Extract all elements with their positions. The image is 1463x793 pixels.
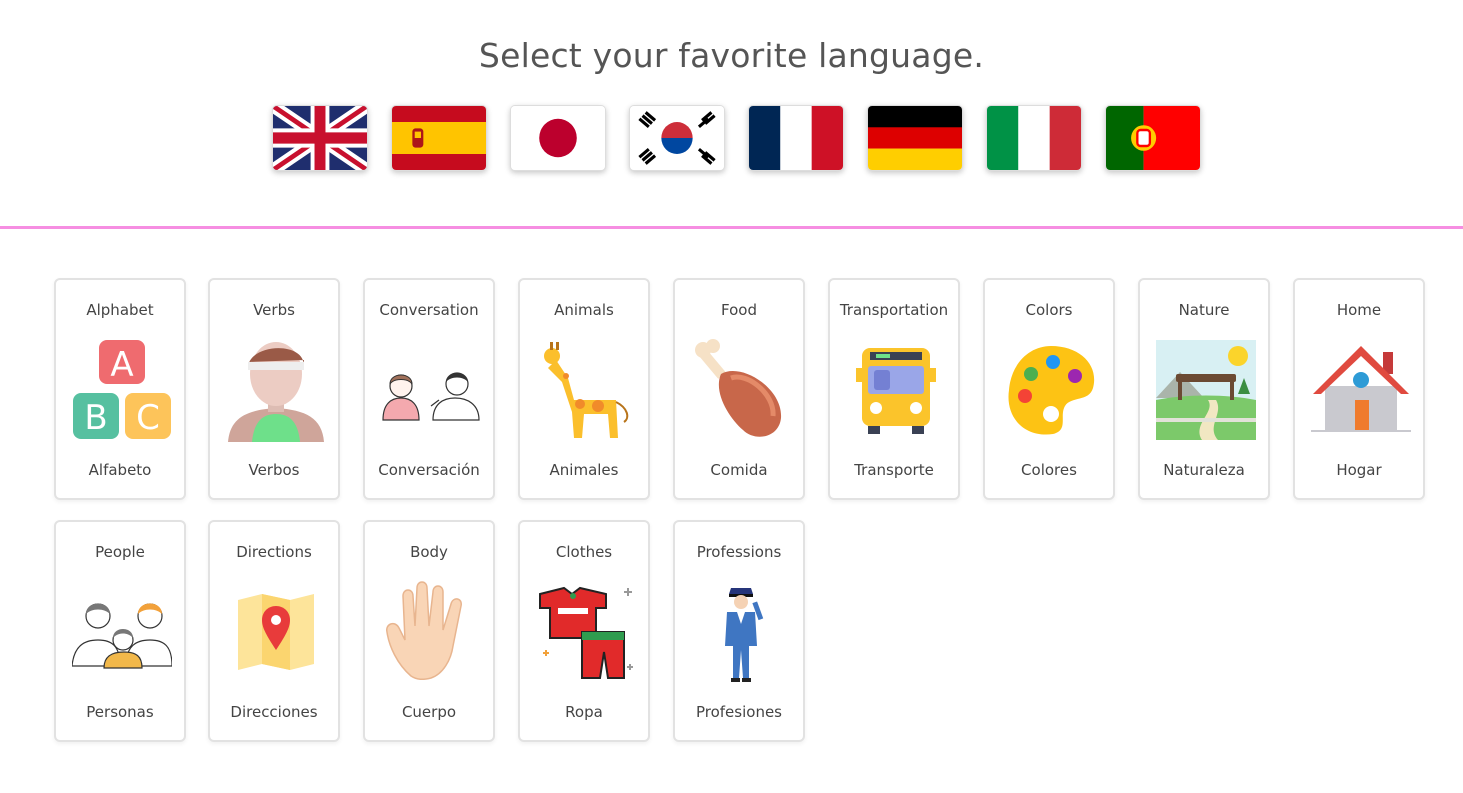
category-label: Food — [721, 301, 757, 319]
landscape-icon — [1156, 338, 1256, 442]
category-translation: Ropa — [565, 703, 603, 721]
uk-flag-icon — [273, 106, 367, 170]
spain-flag-icon — [392, 106, 486, 170]
category-card-verbs[interactable]: Verbs Verbos — [208, 278, 340, 500]
flag-french[interactable] — [748, 105, 844, 171]
category-card-colors[interactable]: Colors Colores — [983, 278, 1115, 500]
category-translation: Direcciones — [230, 703, 318, 721]
category-card-animals[interactable]: Animals Animales — [518, 278, 650, 500]
section-divider — [0, 226, 1463, 229]
flag-korean[interactable] — [629, 105, 725, 171]
category-card-conversation[interactable]: Conversation Conversación — [363, 278, 495, 500]
alphabet-blocks-icon: A B C — [72, 338, 172, 442]
category-translation: Naturaleza — [1163, 461, 1245, 479]
category-label: Body — [410, 543, 448, 561]
category-translation: Colores — [1021, 461, 1077, 479]
category-label: Directions — [236, 543, 312, 561]
category-card-directions[interactable]: Directions Direcciones — [208, 520, 340, 742]
house-icon — [1311, 338, 1411, 442]
category-translation: Profesiones — [695, 703, 782, 721]
page-title: Select your favorite language. — [478, 36, 985, 75]
category-label: Conversation — [379, 301, 479, 319]
japan-flag-icon — [511, 106, 605, 170]
category-card-professions[interactable]: Professions Profesiones — [673, 520, 805, 742]
italy-flag-icon — [987, 106, 1081, 170]
category-translation: Cuerpo — [401, 703, 457, 721]
clothes-icon — [536, 580, 636, 684]
athlete-icon — [226, 338, 326, 442]
svg-text:C: C — [136, 398, 160, 438]
conversation-people-icon — [381, 338, 481, 442]
category-label: Animals — [554, 301, 614, 319]
germany-flag-icon — [868, 106, 962, 170]
category-translation: Transporte — [854, 461, 934, 479]
portugal-flag-icon — [1106, 106, 1200, 170]
category-card-body[interactable]: Body Cuerpo — [363, 520, 495, 742]
category-card-food[interactable]: Food Comida — [673, 278, 805, 500]
giraffe-icon — [536, 338, 636, 442]
hand-icon — [381, 580, 481, 684]
category-translation: Animales — [549, 461, 619, 479]
category-label: People — [95, 543, 145, 561]
category-card-transportation[interactable]: Transportation Transporte — [828, 278, 960, 500]
palette-icon — [1001, 338, 1101, 442]
korea-flag-icon — [630, 106, 724, 170]
category-translation: Verbos — [248, 461, 300, 479]
family-icon — [72, 580, 172, 684]
category-translation: Hogar — [1336, 461, 1382, 479]
svg-text:A: A — [110, 345, 133, 385]
flag-japanese[interactable] — [510, 105, 606, 171]
category-card-people[interactable]: People Personas — [54, 520, 186, 742]
category-translation: Comida — [710, 461, 768, 479]
category-translation: Conversación — [378, 461, 480, 479]
flag-portuguese[interactable] — [1105, 105, 1201, 171]
category-card-home[interactable]: Home Hogar — [1293, 278, 1425, 500]
category-card-nature[interactable]: Nature Naturaleza — [1138, 278, 1270, 500]
category-card-alphabet[interactable]: Alphabet A B C Alfabeto — [54, 278, 186, 500]
flag-italian[interactable] — [986, 105, 1082, 171]
police-officer-icon — [691, 580, 791, 684]
category-label: Home — [1336, 301, 1382, 319]
category-label: Professions — [696, 543, 782, 561]
category-label: Colors — [1025, 301, 1073, 319]
flag-english[interactable] — [272, 105, 368, 171]
category-label: Transportation — [839, 301, 949, 319]
category-label: Nature — [1178, 301, 1230, 319]
flag-german[interactable] — [867, 105, 963, 171]
bus-icon — [846, 338, 946, 442]
france-flag-icon — [749, 106, 843, 170]
category-translation: Alfabeto — [88, 461, 152, 479]
category-translation: Personas — [86, 703, 154, 721]
svg-text:B: B — [84, 398, 107, 438]
category-label: Alphabet — [86, 301, 154, 319]
map-pin-icon — [226, 580, 326, 684]
category-label: Clothes — [555, 543, 613, 561]
drumstick-icon — [691, 338, 791, 442]
category-label: Verbs — [253, 301, 295, 319]
category-card-clothes[interactable]: Clothes Ropa — [518, 520, 650, 742]
flag-spanish[interactable] — [391, 105, 487, 171]
language-selector — [272, 105, 1201, 171]
